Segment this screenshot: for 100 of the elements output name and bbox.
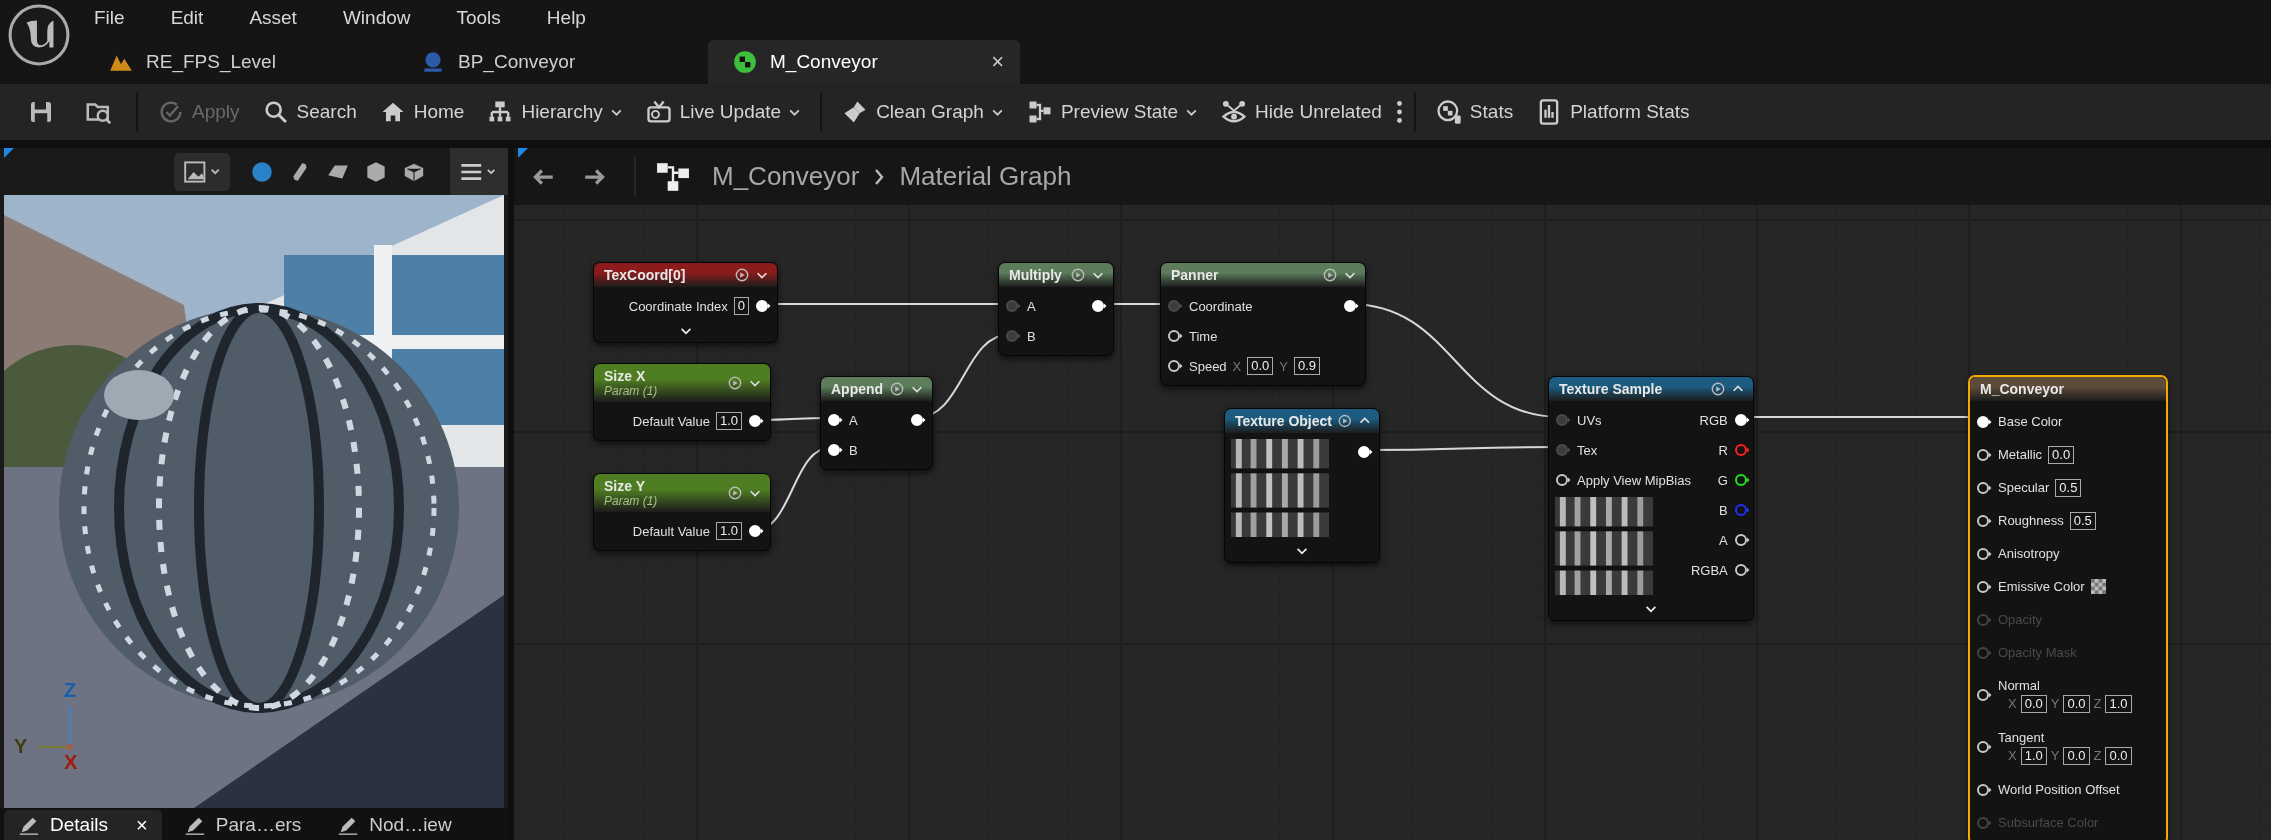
chevron-icon[interactable] bbox=[678, 327, 693, 336]
value-field[interactable]: 1.0 bbox=[715, 522, 742, 540]
axis-label: Y bbox=[2050, 696, 2060, 711]
pin-label: Normal bbox=[1998, 677, 2041, 693]
chevron-icon[interactable] bbox=[1644, 605, 1658, 614]
pin-icon[interactable] bbox=[1357, 445, 1373, 459]
play-icon[interactable] bbox=[1323, 268, 1337, 282]
pin-icon[interactable] bbox=[1091, 299, 1107, 313]
node-card[interactable]: Texture Object bbox=[1224, 408, 1380, 563]
play-icon[interactable] bbox=[1711, 382, 1725, 396]
close-button[interactable]: × bbox=[991, 49, 1004, 75]
pin-icon[interactable] bbox=[1167, 329, 1183, 343]
axis-label: X bbox=[2008, 748, 2017, 763]
value-field[interactable]: 0.9 bbox=[1294, 357, 1321, 375]
breadcrumb-link[interactable]: M_Conveyor bbox=[712, 161, 860, 192]
logo-icon[interactable] bbox=[8, 4, 70, 66]
pin-icon[interactable] bbox=[1733, 473, 1750, 487]
image-settings-icon bbox=[182, 159, 222, 184]
pin-icon[interactable] bbox=[1733, 533, 1750, 547]
play-icon[interactable] bbox=[735, 268, 749, 282]
node-card[interactable]: Texture Sample UVs Tex Apply View MipBias RGB R G B A RGBA bbox=[1548, 376, 1754, 621]
panel-tab[interactable]: Nod…iew bbox=[323, 810, 466, 840]
value-field[interactable]: 0.0 bbox=[2063, 694, 2090, 713]
node-card[interactable]: TexCoord[0] Coordinate Index 0 bbox=[593, 262, 778, 343]
pin-icon[interactable] bbox=[1976, 447, 1992, 462]
pin-icon[interactable] bbox=[1976, 546, 1992, 561]
menu-item[interactable]: Asset bbox=[249, 7, 313, 29]
toolbar-button[interactable]: Home bbox=[367, 90, 476, 134]
panel-tab[interactable]: Para…ers bbox=[169, 810, 316, 840]
document-tab[interactable]: M_Conveyor × bbox=[708, 40, 1020, 84]
toolbar-button[interactable]: Clean Graph bbox=[830, 90, 1015, 134]
toolbar-button[interactable]: Hide Unrelated bbox=[1209, 90, 1393, 134]
pin-icon[interactable] bbox=[1976, 579, 1992, 594]
breadcrumb-link[interactable]: Material Graph bbox=[899, 161, 1072, 192]
pin-icon[interactable] bbox=[1976, 740, 1992, 754]
pin-icon[interactable] bbox=[1733, 563, 1750, 577]
node-card[interactable]: Size Y Param (1) Default Value 1.0 bbox=[593, 473, 771, 551]
pin-label: Time bbox=[1189, 328, 1218, 344]
panel-tab[interactable]: Details × bbox=[4, 810, 162, 840]
material-icon bbox=[732, 49, 758, 75]
menu-button[interactable] bbox=[450, 148, 508, 195]
value-field[interactable]: 0.5 bbox=[2069, 511, 2096, 530]
node-card[interactable]: Size X Param (1) Default Value 1.0 bbox=[593, 363, 771, 441]
play-icon[interactable] bbox=[728, 376, 742, 390]
menu-item[interactable]: Tools bbox=[456, 7, 517, 29]
value-field[interactable]: 1.0 bbox=[2105, 694, 2132, 713]
play-icon[interactable] bbox=[890, 382, 904, 396]
toolbar-button[interactable]: Hierarchy bbox=[475, 90, 634, 134]
axis-label: Y bbox=[14, 735, 28, 758]
close-button[interactable]: × bbox=[136, 813, 148, 837]
pin-icon[interactable] bbox=[1555, 473, 1571, 487]
toolbar-button[interactable]: Preview State bbox=[1014, 90, 1210, 134]
pin-icon[interactable] bbox=[1343, 299, 1359, 313]
document-tab[interactable]: RE_FPS_Level bbox=[84, 40, 396, 84]
checker-swatch-icon[interactable] bbox=[2090, 579, 2106, 594]
value-field[interactable]: 0.0 bbox=[2105, 746, 2132, 765]
pin-icon[interactable] bbox=[910, 413, 926, 427]
axis-label: X bbox=[1232, 358, 1242, 374]
node-card[interactable]: Panner Coordinate Time Speed X 0.0 Y 0.9 bbox=[1160, 262, 1366, 386]
pin-icon[interactable] bbox=[827, 443, 843, 457]
view-mode-button[interactable] bbox=[174, 152, 230, 191]
pin-icon[interactable] bbox=[1167, 359, 1183, 373]
pin-icon[interactable] bbox=[1976, 513, 1992, 528]
node-card[interactable]: Multiply A B bbox=[998, 262, 1114, 356]
menu-item[interactable]: Window bbox=[342, 7, 427, 29]
document-tab[interactable]: BP_Conveyor bbox=[396, 40, 708, 84]
value-field[interactable]: 0.5 bbox=[2055, 478, 2082, 497]
toolbar-button[interactable]: Search bbox=[250, 90, 368, 134]
toolbar-button[interactable]: Stats bbox=[1423, 90, 1525, 134]
pin-icon[interactable] bbox=[1976, 782, 1992, 797]
pin-icon[interactable] bbox=[827, 413, 843, 427]
value-field[interactable]: 1.0 bbox=[2020, 746, 2047, 765]
pin-icon[interactable] bbox=[1976, 688, 1992, 702]
axis-label: Z bbox=[64, 679, 77, 702]
pin-icon[interactable] bbox=[1976, 414, 1992, 429]
play-icon[interactable] bbox=[1071, 268, 1085, 282]
value-field[interactable]: 0.0 bbox=[1247, 357, 1274, 375]
menu-item[interactable]: Help bbox=[546, 7, 602, 29]
pin-icon[interactable] bbox=[1733, 413, 1750, 427]
value-field[interactable]: 1.0 bbox=[715, 412, 742, 430]
pin-icon[interactable] bbox=[748, 414, 764, 428]
axis-label: X bbox=[2008, 696, 2017, 711]
menu-item[interactable]: File bbox=[94, 7, 141, 29]
value-field[interactable]: 0 bbox=[733, 297, 749, 315]
pin-label: A bbox=[849, 412, 858, 428]
axis-label: Z bbox=[2093, 696, 2102, 711]
node-card[interactable]: Append A B bbox=[820, 376, 933, 470]
chevron-icon[interactable] bbox=[1295, 547, 1309, 556]
value-field[interactable]: 0.0 bbox=[2048, 445, 2075, 464]
pin-label: B bbox=[849, 442, 858, 458]
play-icon[interactable] bbox=[1338, 414, 1352, 428]
play-icon[interactable] bbox=[728, 486, 742, 500]
pin-icon[interactable] bbox=[755, 299, 771, 313]
toolbar-button[interactable]: Live Update bbox=[633, 90, 813, 134]
toolbar-button[interactable]: Platform Stats bbox=[1524, 90, 1701, 134]
pin-icon[interactable] bbox=[1976, 480, 1992, 495]
menu-item[interactable]: Edit bbox=[170, 7, 220, 29]
value-field[interactable]: 0.0 bbox=[2020, 694, 2047, 713]
value-field[interactable]: 0.0 bbox=[2063, 746, 2090, 765]
pin-icon[interactable] bbox=[748, 524, 764, 538]
